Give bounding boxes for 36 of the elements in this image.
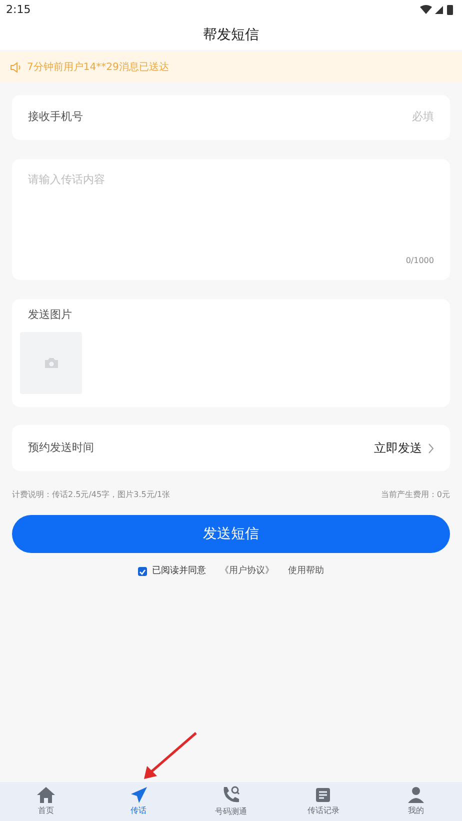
person-icon xyxy=(406,786,425,804)
tab-item[interactable]: 我的 xyxy=(370,782,462,821)
notice-text: 7分钟前用户14**29消息已送达 xyxy=(27,60,169,74)
pricing-note: 计费说明：传话2.5元/45字，图片3.5元/1张 xyxy=(12,489,170,501)
message-input[interactable]: 请输入传话内容 xyxy=(28,172,434,255)
user-agreement-link[interactable]: 《用户协议》 xyxy=(220,565,274,578)
status-icons xyxy=(420,5,456,15)
tab-item[interactable]: 号码测通 xyxy=(184,782,278,821)
page-title: 帮发短信 xyxy=(203,26,259,44)
phone-search-icon xyxy=(221,785,242,805)
schedule-label: 预约发送时间 xyxy=(28,440,94,456)
annotation-arrow xyxy=(143,732,198,780)
phone-field[interactable]: 接收手机号 必填 xyxy=(12,95,450,140)
char-counter: 0/1000 xyxy=(406,255,434,267)
status-time: 2:15 xyxy=(6,2,31,18)
agreement-text: 已阅读并同意 xyxy=(152,565,206,578)
image-label: 发送图片 xyxy=(27,307,73,323)
speaker-icon xyxy=(10,62,22,72)
phone-label: 接收手机号 xyxy=(28,109,83,126)
schedule-row[interactable]: 预约发送时间 立即发送 xyxy=(12,425,450,471)
list-icon xyxy=(314,786,332,804)
check-icon xyxy=(139,568,146,575)
schedule-value: 立即发送 xyxy=(374,440,422,457)
chevron-right-icon xyxy=(428,442,434,454)
camera-icon xyxy=(44,356,58,368)
send-sms-button[interactable]: 发送短信 xyxy=(12,515,450,553)
phone-input[interactable]: 必填 xyxy=(314,109,434,126)
tab-item[interactable]: 首页 xyxy=(0,782,92,821)
agree-checkbox[interactable] xyxy=(138,567,147,576)
home-icon xyxy=(36,786,56,804)
help-link[interactable]: 使用帮助 xyxy=(288,565,324,578)
paper-plane-icon xyxy=(130,786,148,804)
tab-item[interactable]: 传话记录 xyxy=(277,782,370,821)
current-cost: 当前产生费用：0元 xyxy=(380,489,450,501)
message-field[interactable]: 请输入传话内容 0/1000 xyxy=(12,159,450,280)
tab-item[interactable]: 传话 xyxy=(92,782,185,821)
